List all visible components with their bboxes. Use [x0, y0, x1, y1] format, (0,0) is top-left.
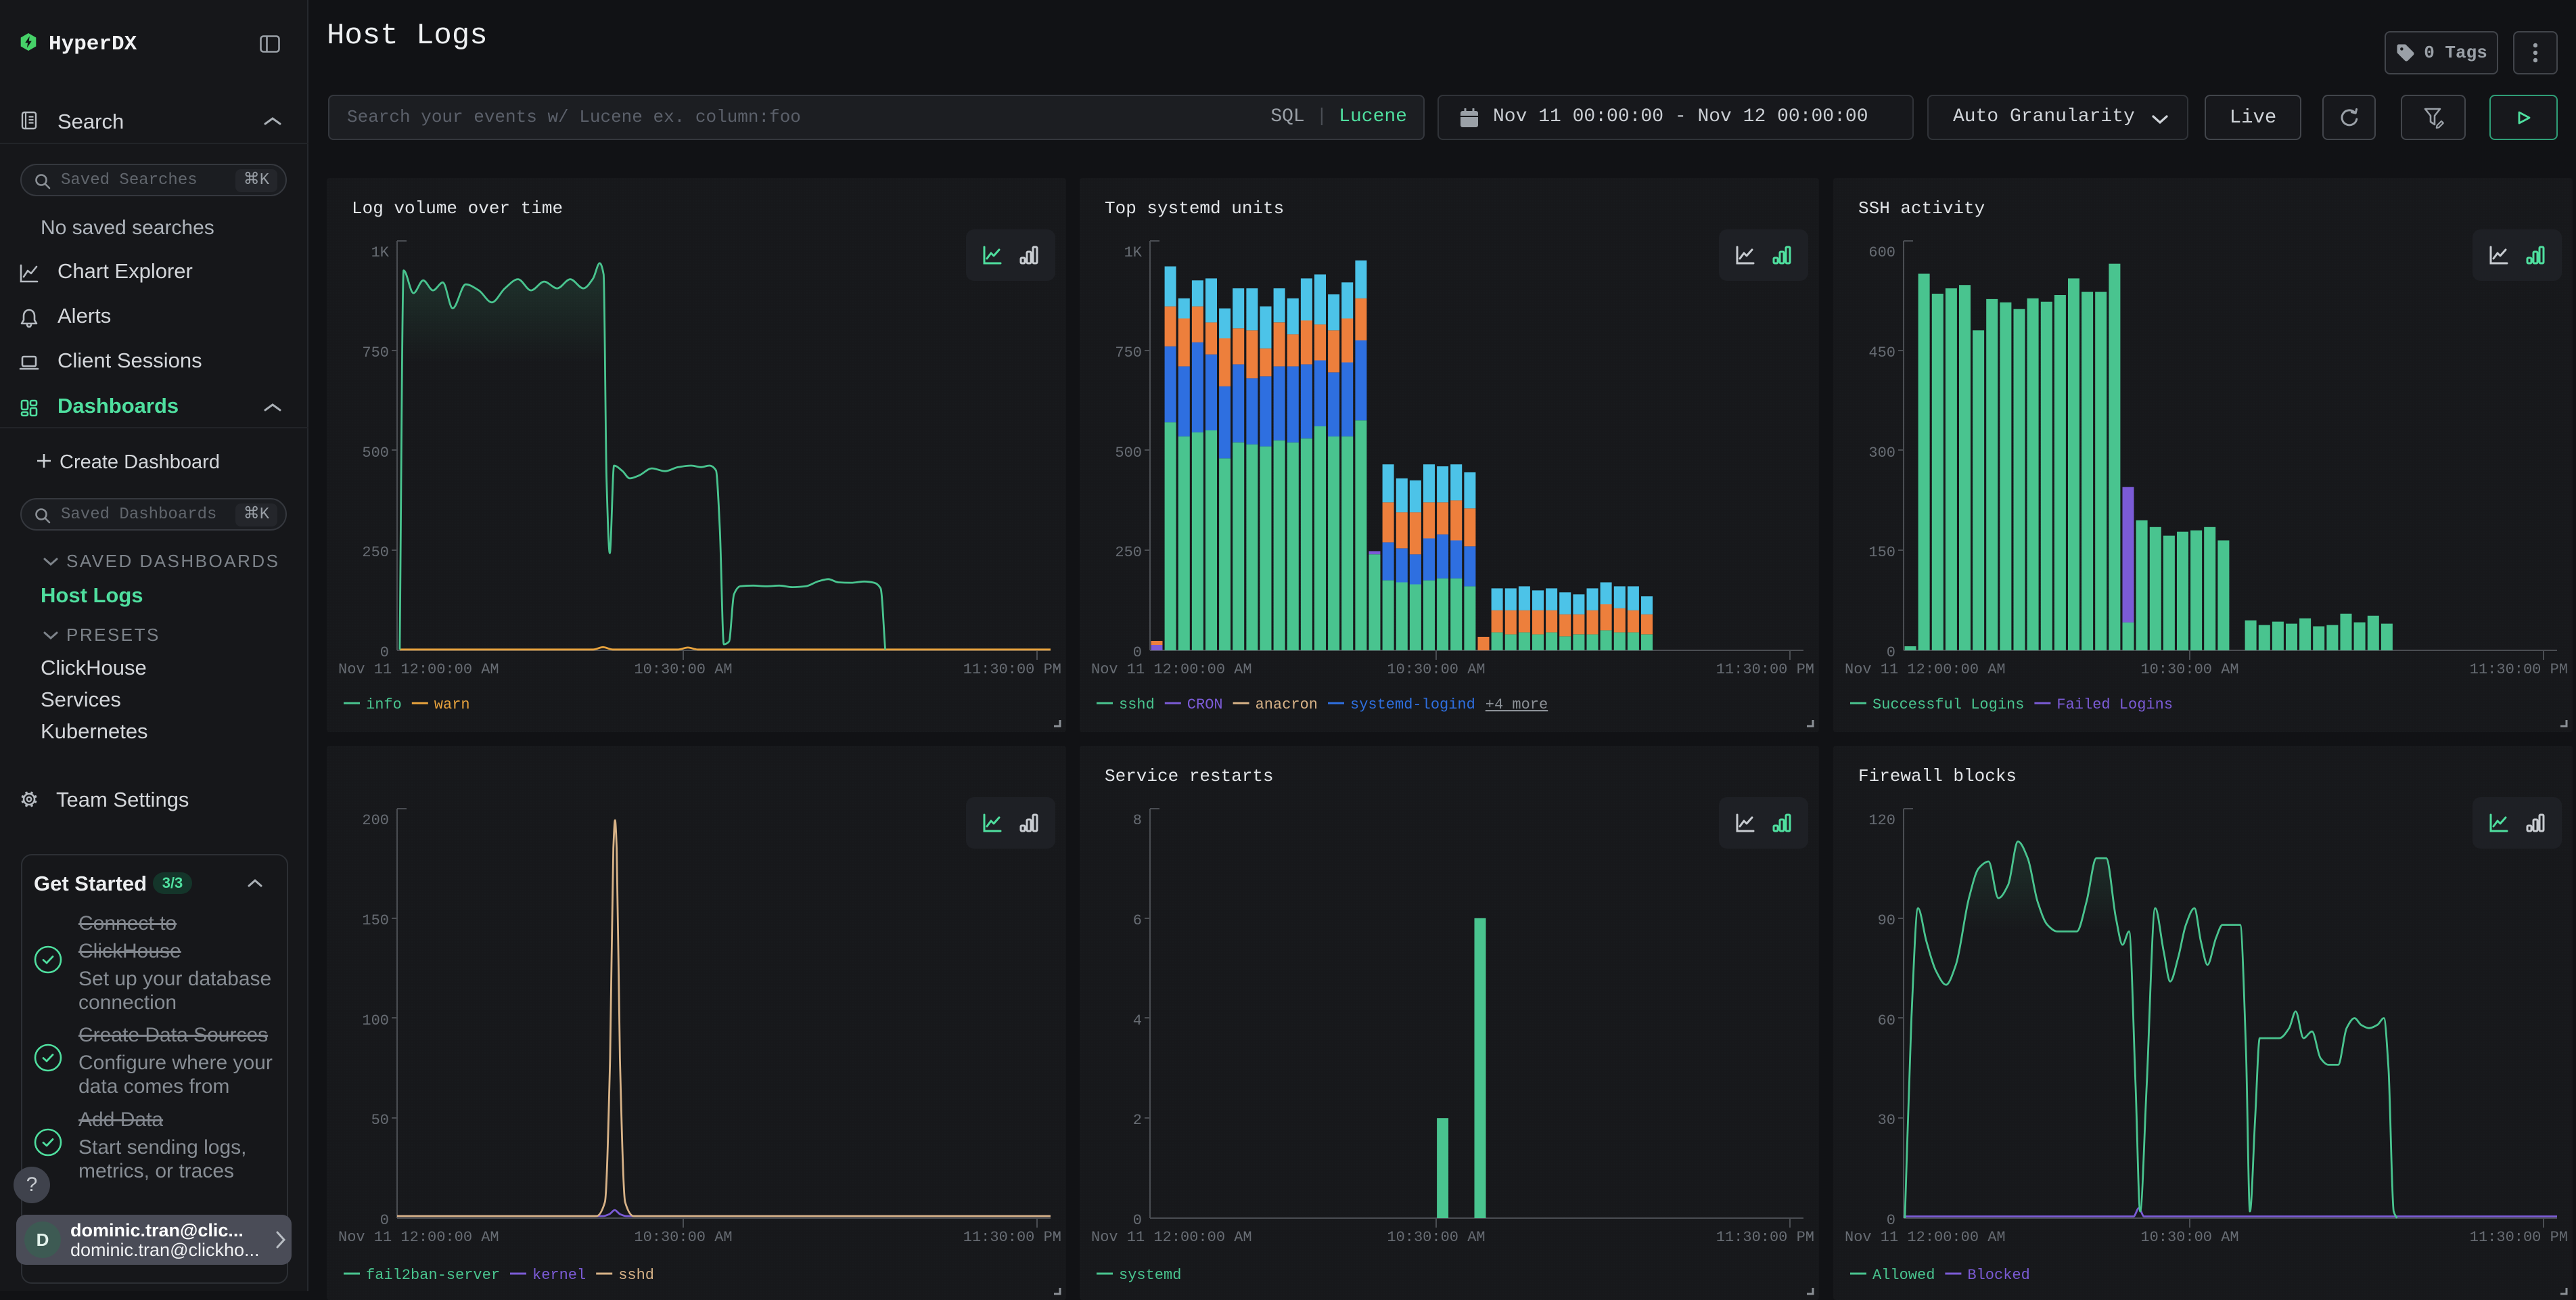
svg-text:Nov 11 12:00:00 AM: Nov 11 12:00:00 AM — [338, 661, 499, 678]
svg-text:0: 0 — [380, 644, 389, 661]
svg-text:+4 more: +4 more — [1486, 696, 1548, 713]
svg-text:10:30:00 AM: 10:30:00 AM — [1387, 1229, 1485, 1246]
svg-text:Nov 11 12:00:00 AM: Nov 11 12:00:00 AM — [1091, 661, 1252, 678]
svg-text:systemd-logind: systemd-logind — [1350, 696, 1475, 713]
svg-text:150: 150 — [1868, 544, 1895, 561]
svg-text:info: info — [366, 696, 402, 713]
svg-text:10:30:00 AM: 10:30:00 AM — [2140, 1229, 2238, 1246]
svg-text:10:30:00 AM: 10:30:00 AM — [1387, 661, 1485, 678]
svg-text:250: 250 — [362, 544, 389, 561]
svg-text:11:30:00 PM: 11:30:00 PM — [2470, 1229, 2568, 1246]
svg-text:Failed Logins: Failed Logins — [2056, 696, 2173, 713]
svg-text:warn: warn — [434, 696, 470, 713]
svg-text:8: 8 — [1133, 812, 1142, 829]
svg-text:2: 2 — [1133, 1112, 1142, 1129]
svg-text:60: 60 — [1878, 1012, 1895, 1029]
svg-text:11:30:00 PM: 11:30:00 PM — [1716, 661, 1814, 678]
svg-text:50: 50 — [371, 1112, 389, 1129]
svg-text:6: 6 — [1133, 912, 1142, 929]
svg-text:0: 0 — [1887, 1212, 1895, 1229]
svg-text:11:30:00 PM: 11:30:00 PM — [963, 1229, 1061, 1246]
svg-text:fail2ban-server: fail2ban-server — [366, 1267, 500, 1284]
svg-text:250: 250 — [1115, 544, 1142, 561]
svg-text:CRON: CRON — [1187, 696, 1223, 713]
svg-text:anacron: anacron — [1256, 696, 1318, 713]
svg-text:Nov 11 12:00:00 AM: Nov 11 12:00:00 AM — [1091, 1229, 1252, 1246]
svg-text:500: 500 — [1115, 445, 1142, 462]
svg-text:sshd: sshd — [1119, 696, 1155, 713]
svg-text:0: 0 — [1887, 644, 1895, 661]
svg-text:1K: 1K — [371, 244, 390, 261]
svg-text:120: 120 — [1868, 812, 1895, 829]
svg-text:30: 30 — [1878, 1112, 1895, 1129]
svg-text:750: 750 — [362, 344, 389, 361]
svg-text:300: 300 — [1868, 445, 1895, 462]
svg-text:Successful Logins: Successful Logins — [1872, 696, 2024, 713]
svg-text:750: 750 — [1115, 344, 1142, 361]
svg-text:Blocked: Blocked — [1967, 1267, 2029, 1284]
svg-text:450: 450 — [1868, 344, 1895, 361]
svg-text:200: 200 — [362, 812, 389, 829]
svg-text:500: 500 — [362, 445, 389, 462]
svg-text:10:30:00 AM: 10:30:00 AM — [2140, 661, 2238, 678]
svg-text:4: 4 — [1133, 1012, 1142, 1029]
svg-text:0: 0 — [1133, 1212, 1142, 1229]
svg-text:0: 0 — [1133, 644, 1142, 661]
svg-text:sshd: sshd — [618, 1267, 654, 1284]
svg-text:Nov 11 12:00:00 AM: Nov 11 12:00:00 AM — [1845, 1229, 2006, 1246]
svg-text:0: 0 — [380, 1212, 389, 1229]
svg-text:10:30:00 AM: 10:30:00 AM — [634, 1229, 732, 1246]
svg-text:Allowed: Allowed — [1872, 1267, 1935, 1284]
svg-text:11:30:00 PM: 11:30:00 PM — [2470, 661, 2568, 678]
svg-text:10:30:00 AM: 10:30:00 AM — [634, 661, 732, 678]
svg-text:600: 600 — [1868, 244, 1895, 261]
svg-text:systemd: systemd — [1119, 1267, 1181, 1284]
svg-text:11:30:00 PM: 11:30:00 PM — [1716, 1229, 1814, 1246]
svg-text:90: 90 — [1878, 912, 1895, 929]
svg-text:150: 150 — [362, 912, 389, 929]
svg-text:Nov 11 12:00:00 AM: Nov 11 12:00:00 AM — [1845, 661, 2006, 678]
svg-text:Nov 11 12:00:00 AM: Nov 11 12:00:00 AM — [338, 1229, 499, 1246]
svg-text:100: 100 — [362, 1012, 389, 1029]
svg-text:1K: 1K — [1124, 244, 1143, 261]
svg-text:11:30:00 PM: 11:30:00 PM — [963, 661, 1061, 678]
svg-text:kernel: kernel — [532, 1267, 586, 1284]
